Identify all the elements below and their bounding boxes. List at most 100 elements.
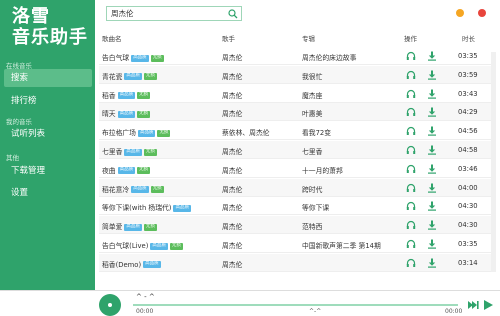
headphones-icon[interactable]: [406, 201, 416, 211]
artist-cell: 周杰伦: [222, 185, 243, 194]
search-input-value: 周杰伦: [111, 9, 134, 18]
lossless-badge: 无损: [143, 73, 157, 81]
duration-cell: 03:35: [458, 52, 478, 60]
headphones-icon[interactable]: [406, 89, 416, 99]
headphones-icon[interactable]: [406, 239, 416, 249]
lossless-badge: 无损: [150, 186, 164, 194]
song-title: 简单爱: [102, 223, 123, 232]
table-row[interactable]: 稻香(Demo) 高品质 周杰伦 03:14: [99, 253, 491, 272]
download-icon[interactable]: [427, 145, 437, 155]
lossless-badge: 无损: [150, 54, 164, 62]
artist-cell: 周杰伦: [222, 166, 243, 175]
sidebar-item-leaderboard[interactable]: 排行榜: [4, 92, 92, 110]
song-title-cell: 布拉格广场 高品质 无损: [102, 127, 171, 138]
next-icon[interactable]: [467, 299, 479, 311]
brand-line-2: 音乐助手: [12, 27, 88, 48]
lossless-badge: 无损: [137, 167, 151, 175]
sidebar-item-search[interactable]: 搜索: [4, 69, 92, 87]
lossless-badge: 无损: [157, 129, 171, 137]
song-title-cell: 夜曲 高品质 无损: [102, 165, 151, 175]
song-title: 稻花意冷: [102, 185, 130, 194]
headphones-icon[interactable]: [406, 145, 416, 155]
header-artist: 歌手: [222, 35, 235, 43]
headphones-icon[interactable]: [406, 164, 416, 174]
table-row[interactable]: 七里香 高品质 无损 周杰伦 七里香 04:58: [99, 141, 491, 159]
song-title-cell: 晴天 高品质 无损: [102, 108, 151, 119]
download-icon[interactable]: [427, 220, 437, 230]
download-icon[interactable]: [427, 164, 437, 174]
song-title: 等你下课(with 杨瑞代): [102, 204, 172, 213]
table-row[interactable]: 夜曲 高品质 无损 周杰伦 十一月的萧邦 03:46: [99, 160, 491, 178]
disc-icon[interactable]: [99, 294, 121, 316]
sidebar-item-trial-list[interactable]: 试听列表: [4, 125, 92, 143]
brand-line-1: 洛雪: [12, 6, 50, 27]
table-row[interactable]: 稻香 高品质 无损 周杰伦 魔杰座 03:43: [99, 85, 491, 103]
song-title: 稻香(Demo): [102, 260, 142, 269]
duration-cell: 04:00: [458, 183, 478, 192]
table-row[interactable]: 告白气球 高品质 无损 周杰伦 周杰伦的床边故事 03:35: [99, 47, 491, 65]
download-icon[interactable]: [427, 107, 437, 118]
duration-cell: 04:30: [458, 202, 478, 211]
download-icon[interactable]: [427, 239, 437, 249]
duration-cell: 04:29: [458, 108, 478, 117]
duration-cell: 04:56: [458, 127, 478, 136]
album-cell: 跨时代: [302, 185, 323, 194]
play-icon[interactable]: [482, 299, 494, 311]
hq-badge: 高品质: [131, 186, 149, 194]
headphones-icon[interactable]: [406, 107, 416, 117]
hq-badge: 高品质: [131, 54, 149, 62]
header-ops: 操作: [404, 35, 417, 43]
headphones-icon[interactable]: [406, 51, 416, 61]
headphones-icon[interactable]: [406, 126, 416, 136]
header-album: 专辑: [302, 35, 315, 43]
hq-badge: 高品质: [124, 223, 142, 231]
section-label-other: 其他: [6, 154, 19, 162]
download-icon[interactable]: [427, 258, 437, 268]
album-cell: 魔杰座: [302, 91, 323, 100]
search-input[interactable]: 周杰伦: [106, 6, 242, 21]
headphones-icon[interactable]: [406, 183, 416, 193]
album-cell: 等你下课: [302, 204, 330, 213]
progress-bar[interactable]: [133, 304, 458, 306]
table-row[interactable]: 晴天 高品质 无损 周杰伦 叶惠美 04:29: [99, 103, 491, 122]
download-icon[interactable]: [427, 89, 437, 99]
album-cell: 我很忙: [302, 72, 323, 81]
hq-badge: 高品质: [143, 261, 161, 269]
scrollbar[interactable]: [491, 52, 496, 272]
duration-cell: 03:35: [458, 240, 478, 248]
song-title: 稻香: [102, 91, 116, 100]
table-row[interactable]: 等你下课(with 杨瑞代) 高品质 周杰伦 等你下课 04:30: [99, 197, 491, 216]
download-icon[interactable]: [427, 183, 437, 193]
sidebar-item-downloads[interactable]: 下载管理: [4, 162, 92, 180]
headphones-icon[interactable]: [406, 258, 416, 268]
song-title-cell: 七里香 高品质 无损: [102, 146, 157, 156]
table-row[interactable]: 布拉格广场 高品质 无损 蔡依林、周杰伦 看我72变 04:56: [99, 122, 491, 141]
album-cell: 中国新歌声第二季 第14期: [302, 242, 381, 250]
download-icon[interactable]: [427, 201, 437, 212]
duration-cell: 04:30: [458, 221, 478, 230]
song-title: 告白气球(Live): [102, 242, 149, 250]
sidebar: 洛雪 音乐助手 在线音乐 搜索 排行榜 我的音乐 试听列表 其他 下载管理 设置: [0, 0, 95, 290]
header-title: 歌曲名: [102, 35, 122, 43]
album-cell: 周杰伦的床边故事: [302, 54, 357, 62]
download-icon[interactable]: [427, 126, 437, 136]
download-icon[interactable]: [427, 51, 437, 61]
hq-badge: 高品质: [173, 204, 191, 212]
song-title: 布拉格广场: [102, 129, 136, 138]
album-cell: 叶惠美: [302, 110, 323, 119]
download-icon[interactable]: [427, 70, 437, 80]
headphones-icon[interactable]: [406, 220, 416, 230]
table-row[interactable]: 青花瓷 高品质 无损 周杰伦 我很忙 03:59: [99, 65, 491, 84]
player-bar: ^ - ^ 00:00 ^-^ 00:00: [0, 290, 500, 316]
sidebar-item-settings[interactable]: 设置: [4, 184, 92, 202]
time-total: 00:00: [445, 308, 463, 315]
table-row[interactable]: 告白气球(Live) 高品质 无损 周杰伦 中国新歌声第二季 第14期 03:35: [99, 235, 491, 253]
search-icon[interactable]: [228, 9, 238, 19]
song-title: 晴天: [102, 110, 116, 119]
song-title: 七里香: [102, 148, 123, 156]
minimize-button[interactable]: [456, 9, 464, 17]
headphones-icon[interactable]: [406, 70, 416, 80]
table-row[interactable]: 稻花意冷 高品质 无损 周杰伦 跨时代 04:00: [99, 178, 491, 197]
table-row[interactable]: 简单爱 高品质 无损 周杰伦 范特西 04:30: [99, 216, 491, 235]
close-button[interactable]: [478, 9, 486, 17]
